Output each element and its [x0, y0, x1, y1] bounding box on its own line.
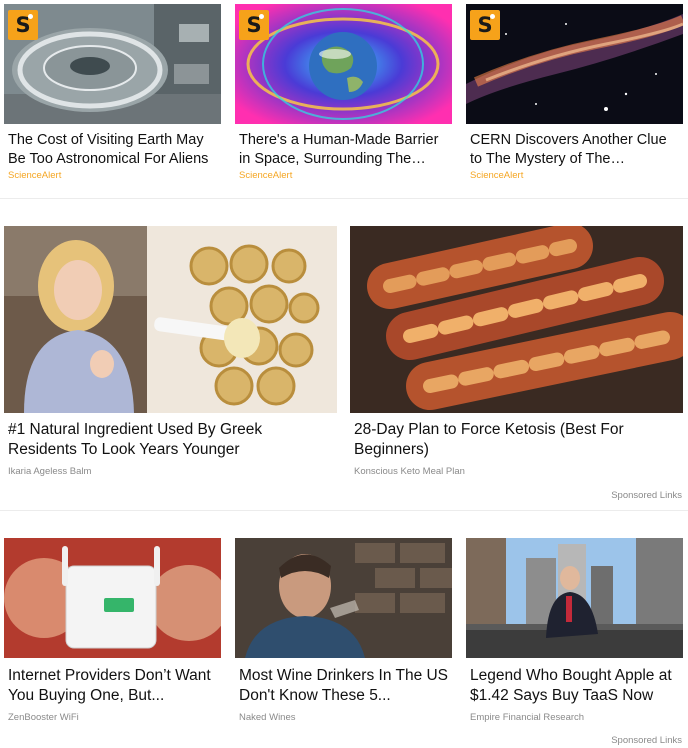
ad-thumbnail[interactable] — [4, 226, 337, 413]
sponsored-card[interactable]: 28-Day Plan to Force Ketosis (Best For B… — [350, 226, 683, 486]
bacon-wrapped-image — [350, 226, 683, 413]
article-title[interactable]: CERN Discovers Another Clue to The Myste… — [470, 131, 682, 169]
ad-source[interactable]: Naked Wines — [239, 712, 296, 723]
ad-thumbnail[interactable] — [466, 538, 683, 658]
article-card[interactable]: S There's a Human-Made Barrier in Space,… — [235, 4, 452, 194]
ad-title[interactable]: Internet Providers Don’t Want You Buying… — [8, 666, 220, 706]
article-title[interactable]: There's a Human-Made Barrier in Space, S… — [239, 131, 451, 169]
sponsored-row-two: #1 Natural Ingredient Used By Greek Resi… — [0, 222, 688, 510]
ad-title[interactable]: Most Wine Drinkers In The US Don't Know … — [239, 666, 451, 706]
sponsored-card[interactable]: #1 Natural Ingredient Used By Greek Resi… — [4, 226, 337, 486]
article-thumbnail[interactable]: S — [466, 4, 683, 124]
ad-source[interactable]: ZenBooster WiFi — [8, 712, 79, 723]
sponsored-links-label[interactable]: Sponsored Links — [611, 735, 682, 746]
sponsored-row-three: Internet Providers Don’t Want You Buying… — [0, 534, 688, 748]
sciencealert-logo-icon: S — [8, 10, 38, 40]
ad-title[interactable]: #1 Natural Ingredient Used By Greek Resi… — [8, 420, 328, 460]
article-source[interactable]: ScienceAlert — [8, 170, 61, 181]
ad-title[interactable]: Legend Who Bought Apple at $1.42 Says Bu… — [470, 666, 682, 706]
sponsored-card[interactable]: Most Wine Drinkers In The US Don't Know … — [235, 538, 452, 723]
woman-and-honeycomb-image — [4, 226, 337, 413]
article-source[interactable]: ScienceAlert — [239, 170, 292, 181]
ad-source[interactable]: Empire Financial Research — [470, 712, 584, 723]
article-card[interactable]: S The Cost of Visiting Earth May Be Too … — [4, 4, 221, 194]
sponsored-links-label[interactable]: Sponsored Links — [611, 490, 682, 501]
sponsored-card[interactable]: Internet Providers Don’t Want You Buying… — [4, 538, 221, 723]
ad-source[interactable]: Konscious Keto Meal Plan — [354, 466, 465, 477]
businessman-city-image — [466, 538, 683, 658]
article-source[interactable]: ScienceAlert — [470, 170, 523, 181]
article-thumbnail[interactable]: S — [4, 4, 221, 124]
article-card[interactable]: S CERN Discovers Another Clue to The Mys… — [466, 4, 683, 194]
divider — [0, 510, 688, 511]
ad-thumbnail[interactable] — [350, 226, 683, 413]
sciencealert-logo-icon: S — [239, 10, 269, 40]
wine-drinker-image — [235, 538, 452, 658]
science-alert-row: S The Cost of Visiting Earth May Be Too … — [0, 0, 688, 200]
ad-source[interactable]: Ikaria Ageless Balm — [8, 466, 91, 477]
ad-thumbnail[interactable] — [4, 538, 221, 658]
sciencealert-logo-icon: S — [470, 10, 500, 40]
article-thumbnail[interactable]: S — [235, 4, 452, 124]
article-title[interactable]: The Cost of Visiting Earth May Be Too As… — [8, 131, 220, 169]
wifi-booster-image — [4, 538, 221, 658]
ad-thumbnail[interactable] — [235, 538, 452, 658]
sponsored-card[interactable]: Legend Who Bought Apple at $1.42 Says Bu… — [466, 538, 683, 723]
ad-title[interactable]: 28-Day Plan to Force Ketosis (Best For B… — [354, 420, 674, 460]
divider — [0, 198, 688, 199]
